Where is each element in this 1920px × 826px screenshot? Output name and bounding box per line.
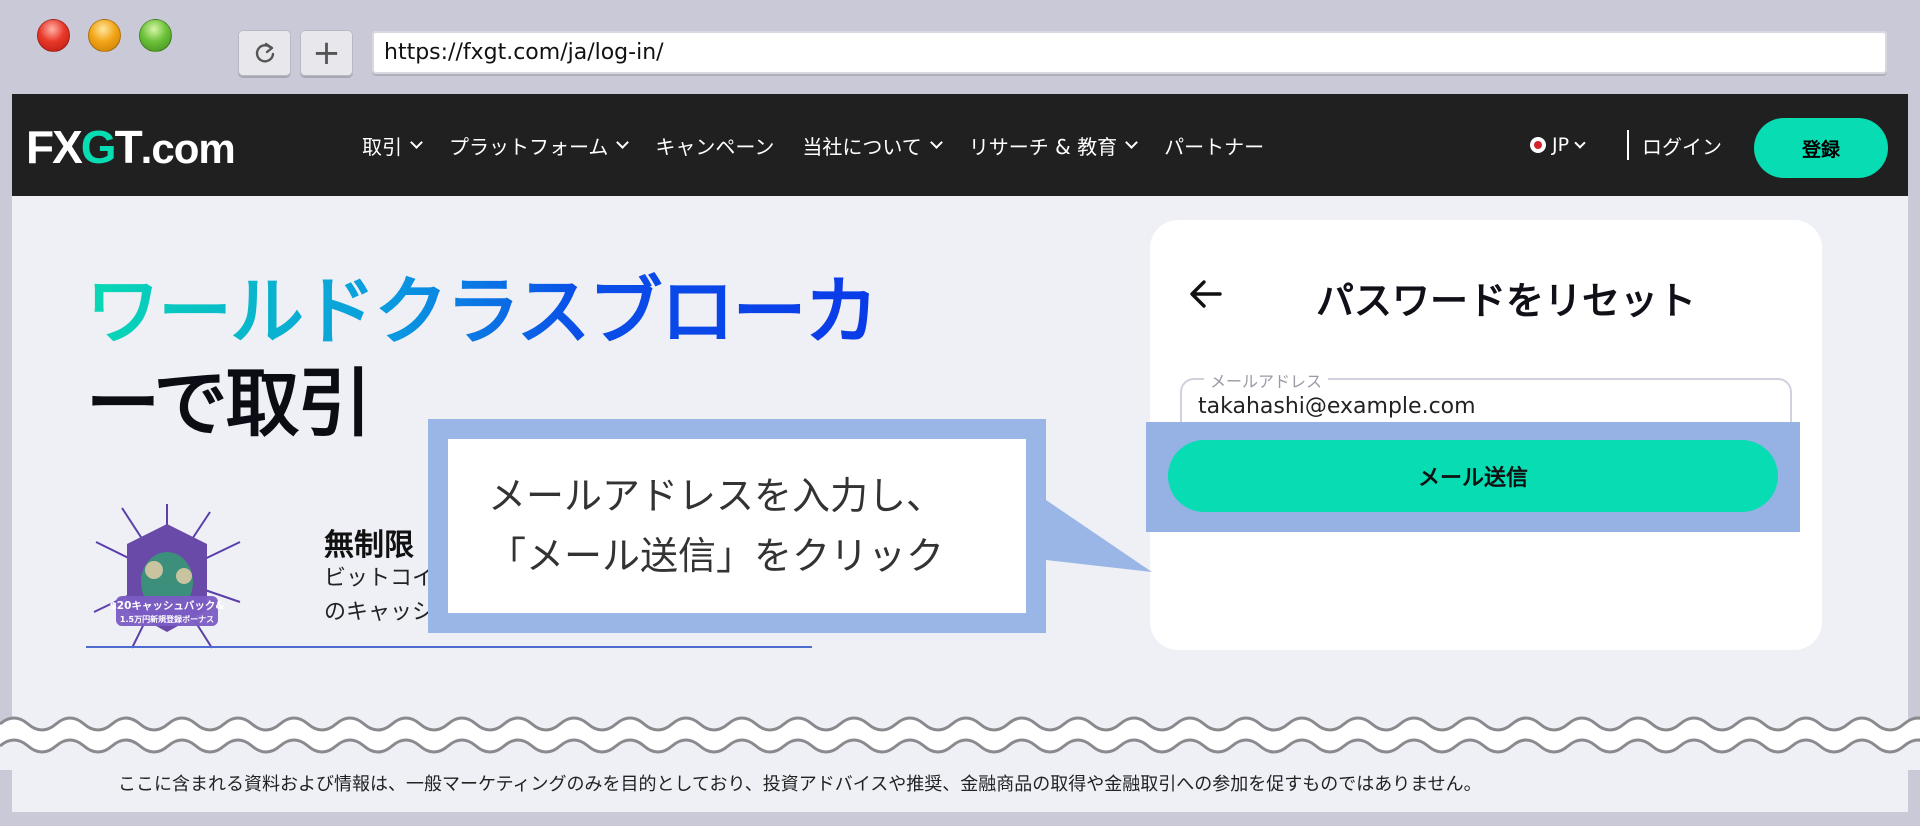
disclaimer-text: ここに含まれる資料および情報は、一般マーケティングのみを目的としており、投資アド… [118, 774, 1482, 795]
chevron-down-icon [1125, 136, 1138, 149]
top-navigation: FXGT.com 取引 プラットフォーム キャンペーン 当社について リサーチ … [12, 94, 1908, 196]
email-input[interactable] [1198, 394, 1768, 419]
menu-item-campaign[interactable]: キャンペーン [655, 131, 774, 160]
chevron-down-icon [929, 136, 943, 149]
promo-title: 無制限 [324, 528, 414, 563]
menu-item-label: 取引 [362, 134, 402, 159]
menu-item-about[interactable]: 当社について [802, 131, 943, 160]
promo-badge-line1: $20キャッシュバック& [109, 600, 224, 612]
email-label: メールアドレス [1204, 368, 1329, 392]
callout-line2: 「メール送信」をクリック [488, 534, 945, 578]
new-tab-button[interactable]: + [300, 30, 353, 76]
register-button[interactable]: 登録 [1754, 118, 1888, 178]
menu-item-label: キャンペーン [655, 134, 775, 159]
minimize-window-button[interactable] [88, 19, 121, 52]
fxgt-logo[interactable]: FXGT.com [26, 120, 236, 174]
cashback-promo-image: $20キャッシュバック& 1.5万円新規登録ボーナス [93, 504, 241, 649]
reset-title: パスワードをリセット [1315, 279, 1696, 323]
chevron-down-icon [616, 136, 630, 149]
promo-badge-line2: 1.5万円新規登録ボーナス [120, 614, 214, 624]
menu-item-label: プラットフォーム [449, 134, 609, 159]
instruction-callout: メールアドレスを入力し、 「メール送信」をクリック [428, 419, 1046, 633]
menu-item-platform[interactable]: プラットフォーム [449, 131, 630, 160]
url-bar[interactable]: https://fxgt.com/ja/log-in/ [372, 31, 1887, 74]
language-selector[interactable]: JP [1530, 94, 1586, 196]
hero-title-line1: ワールドクラスブローカ [86, 266, 879, 358]
menu-item-trading[interactable]: 取引 [362, 131, 423, 160]
menu-item-research[interactable]: リサーチ & 教育 [968, 131, 1138, 160]
callout-pointer [1046, 500, 1152, 572]
japan-flag-icon [1530, 137, 1546, 153]
menu-item-label: 当社について [802, 134, 922, 159]
close-window-button[interactable] [37, 19, 70, 52]
callout-line1: メールアドレスを入力し、 [488, 474, 945, 518]
chevron-down-icon [1574, 136, 1586, 149]
torn-edge [0, 716, 1920, 770]
menu-item-label: パートナー [1164, 134, 1265, 159]
send-email-button[interactable]: メール送信 [1168, 440, 1778, 512]
menu-item-partner[interactable]: パートナー [1164, 131, 1264, 160]
chevron-down-icon [410, 136, 423, 149]
hero-divider [86, 646, 812, 648]
zoom-window-button[interactable] [139, 19, 172, 52]
main-menu: 取引 プラットフォーム キャンペーン 当社について リサーチ & 教育 パートナ… [362, 94, 1292, 196]
reload-button[interactable] [238, 30, 291, 76]
plus-icon: + [312, 33, 341, 73]
promo-description: ビットコイ のキャッシ [324, 566, 434, 625]
browser-chrome: + https://fxgt.com/ja/log-in/ [0, 0, 1920, 94]
url-text: https://fxgt.com/ja/log-in/ [384, 40, 664, 65]
menu-item-label: リサーチ & 教育 [968, 134, 1118, 159]
callout-text: メールアドレスを入力し、 「メール送信」をクリック [448, 439, 1026, 613]
reload-icon [255, 42, 274, 63]
nav-divider [1627, 130, 1629, 160]
language-code: JP [1552, 134, 1570, 156]
login-link[interactable]: ログイン [1642, 94, 1722, 196]
